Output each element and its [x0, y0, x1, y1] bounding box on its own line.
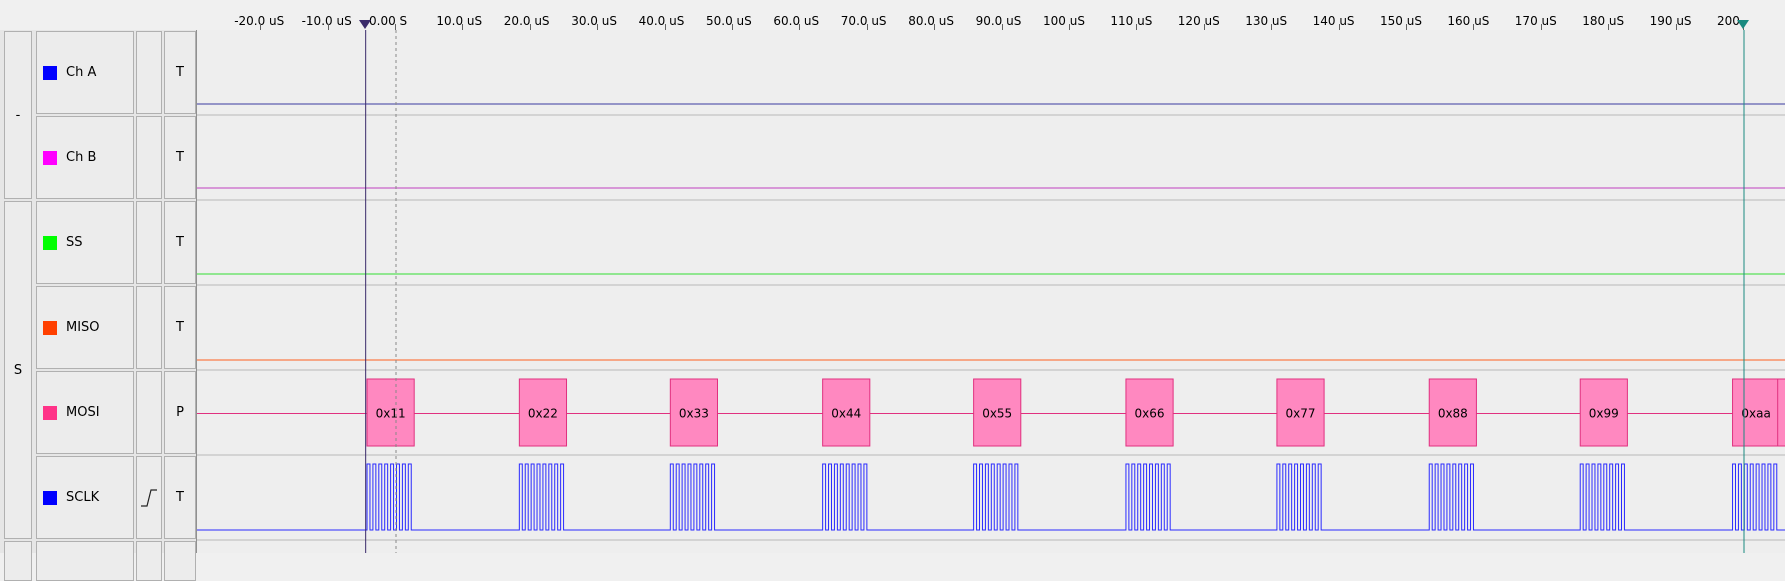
waveform-area[interactable]: 0x11 0x22 0x33 0x44 0x55 0x66 0x77 0x88 0x99 0xaa	[196, 30, 1785, 553]
channel-mode-cell[interactable]: T	[164, 286, 196, 369]
channel-name-cell[interactable]: Ch B	[36, 116, 134, 199]
mosi-byte-label: 0x11	[376, 407, 406, 421]
ruler-tick-label: 170 uS	[1514, 14, 1557, 28]
channel-mode: T	[176, 235, 184, 250]
channel-color-swatch[interactable]	[43, 320, 57, 335]
empty-mode-cell	[164, 541, 196, 581]
mosi-byte-label: 0x44	[831, 407, 861, 421]
channel-name: SCLK	[66, 490, 100, 505]
cursor-b-marker-icon[interactable]	[1737, 20, 1749, 29]
channel-color-swatch[interactable]	[43, 405, 57, 420]
ruler-tick-label: 70.0 uS	[840, 14, 887, 28]
ruler-tick-label: 30.0 uS	[571, 14, 617, 28]
channel-mode-cell[interactable]: T	[164, 116, 196, 199]
channel-mode-cell[interactable]: T	[164, 456, 196, 539]
channel-name: SS	[66, 235, 83, 250]
channel-trigger-cell[interactable]	[136, 371, 162, 454]
ruler-tick-label: 60.0 uS	[773, 14, 820, 28]
channel-mode-cell[interactable]: P	[164, 371, 196, 454]
channel-color-swatch[interactable]	[43, 490, 57, 505]
empty-group-cell	[4, 541, 32, 581]
mosi-byte-box[interactable]	[1777, 378, 1785, 447]
ruler-tick-label: 150 uS	[1380, 14, 1422, 28]
channel-mode: P	[176, 405, 184, 420]
channel-color-swatch[interactable]	[43, 235, 57, 250]
ruler-tick-label: 120 uS	[1177, 14, 1220, 28]
ruler-tick-label: 80.0 uS	[908, 14, 954, 28]
ruler-tick-label: 50.0 uS	[706, 14, 752, 28]
mosi-byte-label: 0x22	[528, 407, 558, 421]
ruler-tick-label: 190 uS	[1649, 14, 1692, 28]
ruler-tick-label: 140 uS	[1312, 14, 1355, 28]
channel-mode-cell[interactable]: T	[164, 31, 196, 114]
channel-mode-cell[interactable]: T	[164, 201, 196, 284]
rising-edge-icon	[141, 488, 157, 507]
ruler-tick-label: 10.0 uS	[436, 14, 483, 28]
cursor-a-marker-icon[interactable]	[358, 20, 371, 29]
mosi-byte-label: 0x66	[1135, 407, 1165, 421]
channel-name-cell[interactable]: SS	[36, 201, 134, 284]
channel-mode: T	[176, 150, 184, 165]
group-label: -	[15, 107, 21, 123]
ruler-tick-label: 100 uS	[1043, 14, 1085, 28]
waveform-canvas[interactable]: 0x11 0x22 0x33 0x44 0x55 0x66 0x77 0x88 0x99 0xaa	[197, 30, 1785, 553]
mosi-byte-label: 0x33	[679, 407, 709, 421]
channel-color-swatch[interactable]	[43, 65, 57, 80]
channel-name: MISO	[66, 320, 100, 335]
ruler-tick-label: 110 uS	[1110, 14, 1153, 28]
channel-trigger-cell[interactable]	[136, 116, 162, 199]
channel-color-swatch[interactable]	[43, 150, 57, 165]
channel-name-cell[interactable]: SCLK	[36, 456, 134, 539]
mosi-byte-label: 0x99	[1589, 407, 1619, 421]
mosi-byte-label: 0xaa	[1741, 407, 1770, 421]
mosi-byte-label: 0x77	[1286, 407, 1316, 421]
channel-panel: - S Ch A T Ch B T SS T MISO T MOSI P SCLK T	[0, 30, 196, 581]
ruler-tick-label: 90.0 uS	[975, 14, 1022, 28]
empty-trig-cell	[136, 541, 162, 581]
group-cell[interactable]: S	[4, 201, 32, 539]
channel-trigger-cell[interactable]	[136, 286, 162, 369]
channel-trigger-cell[interactable]	[136, 201, 162, 284]
mosi-byte-label: 0x88	[1438, 407, 1468, 421]
channel-trigger-cell[interactable]	[136, 456, 162, 539]
ruler-tick-label: 130 uS	[1245, 14, 1288, 28]
ruler-tick-label: 40.0 uS	[638, 14, 685, 28]
channel-mode: T	[176, 490, 184, 505]
time-ruler[interactable]: -20.0 uS -10.0 uS 0.00 S 10.0 uS 20.0 uS 30.0…	[0, 0, 1785, 31]
channel-name: MOSI	[66, 405, 100, 420]
group-label: S	[13, 362, 23, 378]
ruler-tick-label: 20.0 uS	[503, 14, 550, 28]
mosi-byte-label: 0x55	[982, 407, 1012, 421]
channel-name-cell[interactable]: MISO	[36, 286, 134, 369]
ruler-tick-label: 160 uS	[1447, 14, 1490, 28]
trace-sclk	[197, 463, 1785, 531]
ruler-tick-label: 0.00 S	[369, 14, 408, 28]
channel-trigger-cell[interactable]	[136, 31, 162, 114]
channel-mode: T	[176, 320, 184, 335]
channel-name: Ch B	[66, 150, 97, 165]
channel-name-cell[interactable]: Ch A	[36, 31, 134, 114]
empty-name-cell	[36, 541, 134, 581]
ruler-tick-label: 180 uS	[1582, 14, 1625, 28]
group-cell[interactable]: -	[4, 31, 32, 199]
channel-name: Ch A	[66, 65, 97, 80]
channel-name-cell[interactable]: MOSI	[36, 371, 134, 454]
channel-mode: T	[176, 65, 184, 80]
